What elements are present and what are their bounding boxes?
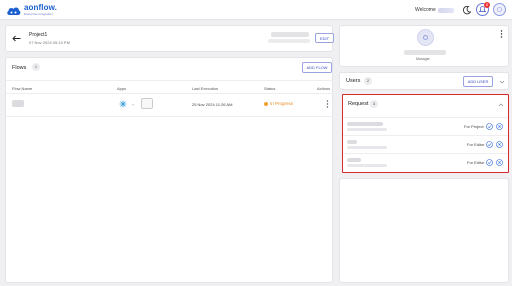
manager-role-label: Manager — [416, 57, 430, 61]
flows-count-badge: 1 — [32, 63, 40, 71]
request-item: For Editor — [343, 153, 508, 171]
project-card: Project1 07 Nov 2024 05:10 PM EDIT — [5, 25, 334, 52]
username-redacted — [437, 7, 454, 13]
flow-name-redacted[interactable] — [12, 100, 24, 107]
status-text: In Progress — [270, 101, 294, 106]
request-card: Request 3 For Project For Editor For Edi… — [342, 94, 509, 173]
logo-tagline: Enterprise Integration — [24, 12, 53, 16]
logo-name: aonflow. — [24, 3, 57, 12]
divider — [6, 93, 334, 94]
divider — [6, 116, 334, 117]
users-count-badge: 2 — [364, 77, 372, 85]
requester-name-redacted — [347, 122, 383, 126]
request-type-label: For Editor — [467, 142, 485, 147]
request-item: For Project — [343, 117, 508, 135]
edit-button[interactable]: EDIT — [315, 33, 334, 43]
project-date: 07 Nov 2024 05:10 PM — [29, 40, 70, 45]
status-badge: In Progress — [264, 101, 293, 106]
manager-name-redacted — [404, 50, 446, 55]
add-user-button[interactable]: ADD USER — [463, 76, 493, 87]
arrow-icon: » — [132, 102, 135, 107]
divider — [6, 80, 334, 81]
request-type-label: For Project — [464, 124, 484, 129]
column-header-status: Status — [264, 86, 276, 91]
document-app-icon — [141, 98, 153, 109]
manager-avatar — [417, 29, 434, 46]
request-title: Request — [348, 101, 369, 107]
column-header-actions: Actions — [317, 86, 331, 91]
integration-app-icon — [119, 100, 127, 108]
welcome-text: Welcome — [415, 7, 454, 13]
top-bar: aonflow. Enterprise Integration Welcome … — [0, 0, 512, 20]
approve-icon[interactable] — [486, 123, 493, 130]
request-item: For Editor — [343, 135, 508, 153]
cloud-logo-icon — [7, 6, 21, 15]
user-avatar[interactable] — [493, 3, 506, 16]
add-flow-button[interactable]: ADD FLOW — [302, 62, 332, 73]
request-type-label: For Editor — [467, 160, 485, 165]
approve-icon[interactable] — [486, 141, 493, 148]
flows-title: Flows — [12, 65, 27, 71]
user-icon — [497, 7, 502, 12]
column-header-last-execution: Last Execution — [192, 86, 219, 91]
manager-card: Manager — [339, 25, 509, 67]
column-header-flow-name: Flow Name — [12, 86, 33, 91]
reject-icon[interactable] — [496, 123, 503, 130]
requester-name-redacted — [347, 158, 361, 162]
requester-email-redacted — [347, 164, 387, 167]
users-card: Users 2 ADD USER — [339, 72, 509, 90]
requester-email-redacted — [347, 128, 387, 131]
moon-icon[interactable] — [462, 5, 472, 15]
requester-name-redacted — [347, 140, 357, 144]
owner-name-redacted — [271, 32, 309, 37]
project-name: Project1 — [29, 32, 48, 38]
chevron-down-icon[interactable] — [499, 79, 505, 85]
last-execution-value: 25 Nov 2024 11:26 AM — [192, 102, 233, 107]
users-title: Users — [346, 78, 361, 84]
requester-email-redacted — [347, 146, 387, 149]
column-header-apps: Apps — [117, 86, 127, 91]
notifications-badge: 8 — [484, 2, 490, 8]
request-count-badge: 3 — [370, 100, 378, 108]
back-arrow-icon[interactable] — [12, 35, 21, 42]
welcome-label: Welcome — [415, 7, 436, 13]
more-options-icon[interactable] — [326, 100, 329, 108]
reject-icon[interactable] — [496, 141, 503, 148]
owner-email-redacted — [268, 39, 310, 43]
status-dot-icon — [264, 101, 268, 106]
logo[interactable]: aonflow. Enterprise Integration — [6, 3, 57, 17]
more-options-icon[interactable] — [500, 30, 503, 38]
reject-icon[interactable] — [496, 159, 503, 166]
chevron-up-icon[interactable] — [498, 102, 504, 108]
user-icon — [423, 35, 428, 40]
empty-panel — [339, 178, 509, 283]
flows-card: Flows 1 ADD FLOW Flow Name Apps Last Exe… — [5, 57, 334, 283]
approve-icon[interactable] — [486, 159, 493, 166]
